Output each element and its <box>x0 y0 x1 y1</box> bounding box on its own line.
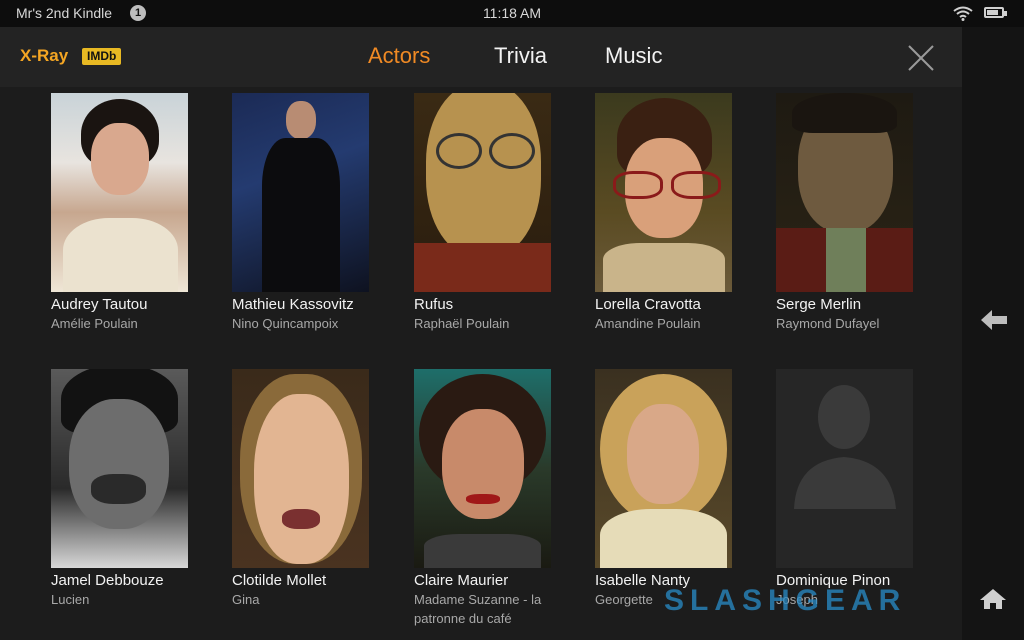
actor-name: Serge Merlin <box>776 296 862 313</box>
role-name: Gina <box>232 592 260 607</box>
actor-card[interactable]: Serge Merlin Raymond Dufayel <box>776 93 936 333</box>
actor-card[interactable]: Clotilde Mollet Gina <box>232 369 392 609</box>
placeholder-person-icon <box>794 385 896 509</box>
battery-level <box>987 10 998 15</box>
actor-card[interactable]: Lorella Cravotta Amandine Poulain <box>595 93 755 333</box>
actor-card[interactable]: Audrey Tautou Amélie Poulain <box>51 93 211 333</box>
actor-photo <box>51 93 188 292</box>
home-icon[interactable] <box>979 587 1007 611</box>
tab-music[interactable]: Music <box>605 43 662 69</box>
actor-photo <box>776 93 913 292</box>
status-bar: Mr's 2nd Kindle 1 11:18 AM <box>0 0 1024 27</box>
tab-trivia[interactable]: Trivia <box>494 43 547 69</box>
actor-card[interactable]: Isabelle Nanty Georgette <box>595 369 755 609</box>
close-icon[interactable] <box>906 43 936 73</box>
actor-photo <box>414 93 551 292</box>
actor-name: Audrey Tautou <box>51 296 148 313</box>
side-panel <box>962 27 1024 640</box>
back-arrow-icon[interactable] <box>980 308 1008 332</box>
watermark: SLASHGEAR <box>664 584 907 617</box>
actor-grid: Audrey Tautou Amélie Poulain Mathieu Kas… <box>0 87 962 640</box>
actor-card[interactable]: Mathieu Kassovitz Nino Quincampoix <box>232 93 392 333</box>
actor-card[interactable]: Claire Maurier Madame Suzanne - la patro… <box>414 369 574 628</box>
actor-name: Claire Maurier <box>414 572 509 589</box>
actor-photo <box>595 369 732 568</box>
actor-photo <box>776 369 913 568</box>
clock: 11:18 AM <box>482 5 542 21</box>
role-name: Amélie Poulain <box>51 316 138 331</box>
role-name: Raymond Dufayel <box>776 316 880 331</box>
actor-card[interactable]: Jamel Debbouze Lucien <box>51 369 211 609</box>
wifi-icon <box>953 6 973 21</box>
xray-header: X-Ray IMDb Actors Trivia Music <box>0 27 962 87</box>
actor-photo <box>595 93 732 292</box>
battery-icon <box>984 7 1007 18</box>
actor-photo <box>414 369 551 568</box>
actor-card[interactable]: Rufus Raphaël Poulain <box>414 93 574 333</box>
actor-name: Jamel Debbouze <box>51 572 164 589</box>
role-name: Lucien <box>51 592 90 607</box>
actor-name: Mathieu Kassovitz <box>232 296 354 313</box>
actor-name: Lorella Cravotta <box>595 296 701 313</box>
actor-photo <box>51 369 188 568</box>
role-name: Raphaël Poulain <box>414 316 510 331</box>
actor-name: Rufus <box>414 296 454 313</box>
role-name: Madame Suzanne - la patronne du café <box>414 592 542 626</box>
tab-actors[interactable]: Actors <box>368 43 430 69</box>
actor-photo <box>232 93 369 292</box>
actor-name: Clotilde Mollet <box>232 572 327 589</box>
role-name: Amandine Poulain <box>595 316 701 331</box>
actor-photo <box>232 369 369 568</box>
actor-card[interactable]: Dominique Pinon Joseph <box>776 369 936 609</box>
xray-logo: X-Ray <box>20 46 69 65</box>
imdb-logo: IMDb <box>82 48 122 65</box>
role-name: Nino Quincampoix <box>232 316 339 331</box>
